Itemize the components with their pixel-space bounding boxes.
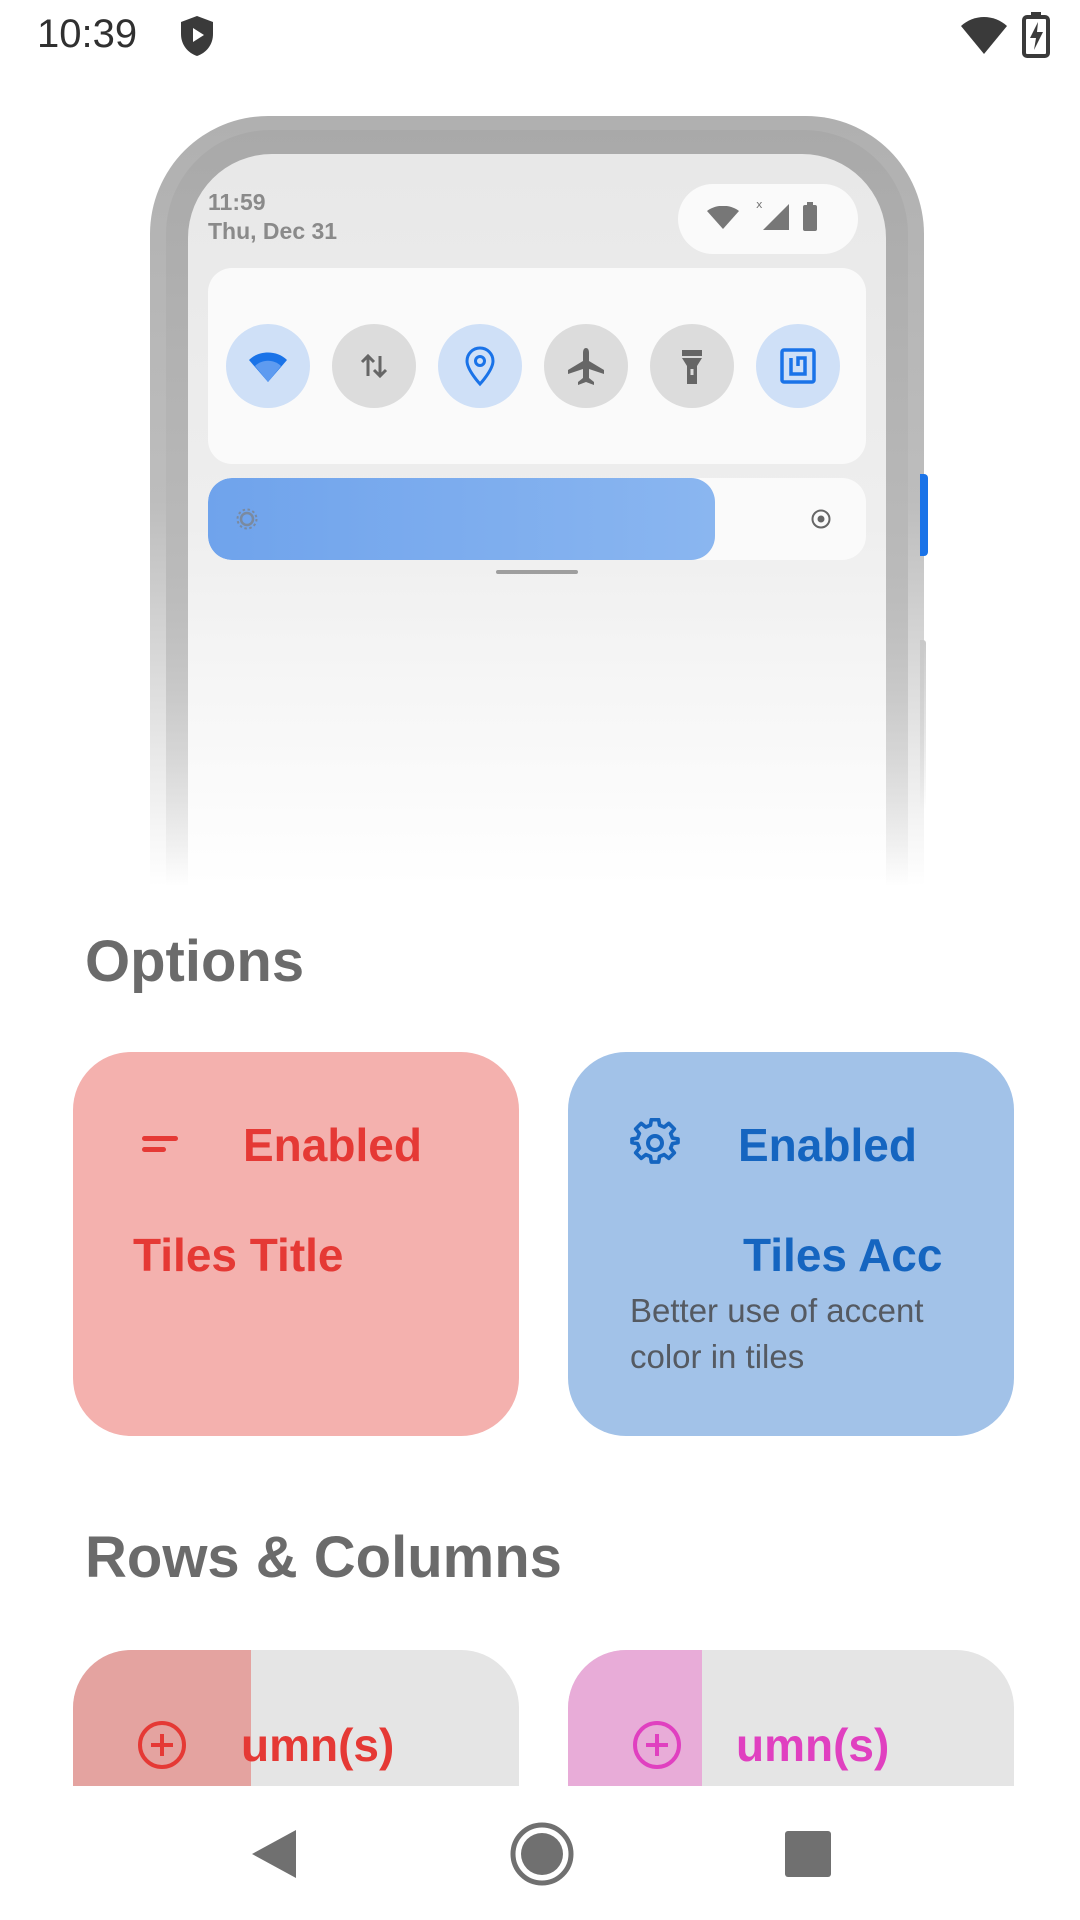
wifi-icon: [249, 352, 287, 382]
card-title: Tiles Acc: [743, 1229, 943, 1281]
preview-clock-time: 11:59: [208, 189, 266, 215]
data-arrows-icon: [360, 353, 388, 379]
qs-tile-nfc[interactable]: [756, 324, 840, 408]
preview-clock: 11:59 Thu, Dec 31: [208, 188, 337, 246]
airplane-icon: [568, 348, 604, 385]
flashlight-icon: [682, 350, 702, 384]
signal-icon: x: [756, 198, 789, 230]
back-icon[interactable]: [236, 1814, 316, 1894]
quick-settings-tiles: [208, 268, 866, 464]
preview-status-pill: x: [678, 184, 858, 254]
side-button-power: [920, 474, 928, 556]
options-heading: Options: [85, 929, 305, 994]
rows-columns-card-left[interactable]: umn(s): [73, 1650, 519, 1786]
rows-columns-card-right[interactable]: umn(s): [568, 1650, 1014, 1786]
auto-brightness-icon[interactable]: [810, 508, 832, 530]
rows-columns-heading: Rows & Columns: [85, 1525, 562, 1590]
battery-charging-icon: [1022, 12, 1050, 58]
status-bar: 10:39: [0, 0, 1080, 72]
qs-tile-location[interactable]: [438, 324, 522, 408]
recents-icon[interactable]: [768, 1814, 848, 1894]
brightness-icon: [236, 508, 258, 530]
card-title: Tiles Title: [133, 1229, 344, 1281]
card-status: Enabled: [243, 1119, 422, 1171]
card-description: Better use of accent color in tiles: [630, 1292, 924, 1375]
option-card-tiles-accent[interactable]: Enabled Tiles Acc Better use of accent c…: [568, 1052, 1014, 1436]
qs-tile-airplane[interactable]: [544, 324, 628, 408]
card-status: Enabled: [738, 1119, 917, 1171]
svg-text:x: x: [756, 198, 763, 211]
qs-tile-flashlight[interactable]: [650, 324, 734, 408]
preview-clock-date: Thu, Dec 31: [208, 218, 338, 244]
brightness-fill: [208, 478, 715, 560]
status-time: 10:39: [37, 12, 138, 56]
shield-icon: [181, 16, 213, 56]
home-icon[interactable]: [502, 1814, 582, 1894]
option-card-tiles-title[interactable]: Enabled Tiles Title: [73, 1052, 519, 1436]
short-text-icon: [142, 1136, 178, 1152]
qs-tile-mobile-data[interactable]: [332, 324, 416, 408]
location-pin-icon: [465, 346, 495, 387]
add-circle-icon: [633, 1721, 681, 1769]
card-label: umn(s): [736, 1719, 890, 1771]
phone-preview: 11:59 Thu, Dec 31 x: [150, 116, 928, 886]
gear-icon: [630, 1118, 680, 1164]
drag-handle[interactable]: [496, 570, 578, 574]
add-circle-icon: [138, 1721, 186, 1769]
brightness-slider[interactable]: [208, 478, 866, 560]
nfc-icon: [780, 348, 816, 384]
navigation-bar: [0, 1786, 1080, 1920]
qs-tile-wifi[interactable]: [226, 324, 310, 408]
wifi-icon: [707, 206, 739, 229]
wifi-icon: [961, 17, 1007, 54]
side-button-volume: [920, 640, 926, 810]
phone-screen: 11:59 Thu, Dec 31 x: [188, 154, 886, 886]
card-label: umn(s): [241, 1719, 395, 1771]
battery-icon: [803, 202, 817, 231]
